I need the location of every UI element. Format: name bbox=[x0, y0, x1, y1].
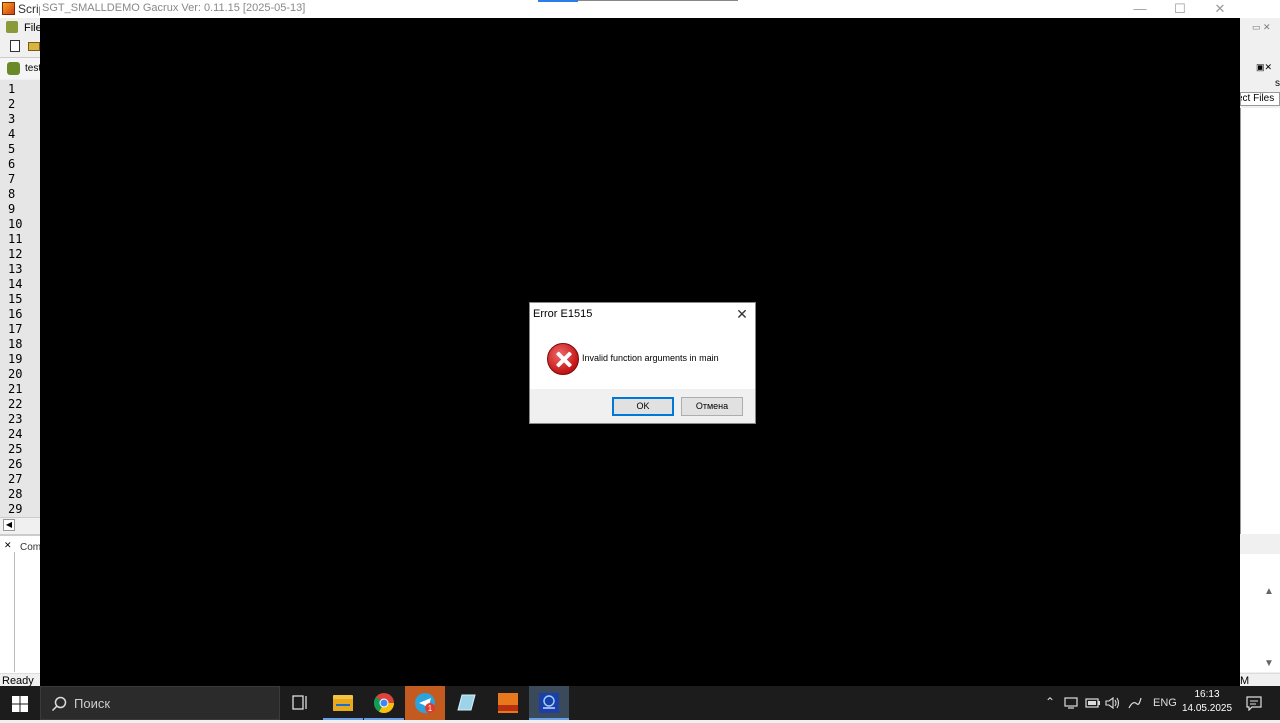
line-number: 17 bbox=[8, 322, 23, 336]
line-number-gutter: 1 2 3 4 5 6 7 8 9 10 11 12 13 14 15 16 17 18 19 20 21 22 23 24 2… bbox=[0, 80, 40, 517]
line-number: 13 bbox=[8, 262, 23, 276]
panel-window-controls[interactable]: ▭ ✕ bbox=[1252, 22, 1271, 33]
line-number: 24 bbox=[8, 427, 23, 441]
script-file-icon bbox=[7, 62, 20, 75]
line-number: 26 bbox=[8, 457, 23, 471]
line-number: 9 bbox=[8, 202, 16, 216]
dialog-message: Invalid function arguments in main bbox=[582, 353, 719, 363]
error-icon bbox=[547, 343, 579, 375]
battery-icon[interactable] bbox=[1085, 697, 1101, 709]
pen-icon[interactable] bbox=[1127, 696, 1143, 710]
ide-toolbar bbox=[0, 38, 40, 56]
right-bottom-pane: ▲ ▼ bbox=[1240, 554, 1280, 672]
line-number: 7 bbox=[8, 172, 16, 186]
line-number: 23 bbox=[8, 412, 23, 426]
project-files-list bbox=[1240, 108, 1280, 534]
scroll-down-icon[interactable]: ▼ bbox=[1264, 658, 1274, 669]
line-number: 19 bbox=[8, 352, 23, 366]
line-number: 22 bbox=[8, 397, 23, 411]
close-button[interactable]: ✕ bbox=[1200, 1, 1240, 17]
task-view-button[interactable] bbox=[280, 686, 320, 720]
volume-icon[interactable] bbox=[1104, 696, 1120, 710]
search-icon bbox=[51, 696, 67, 712]
line-number: 2 bbox=[8, 97, 16, 111]
line-number: 12 bbox=[8, 247, 23, 261]
line-number: 29 bbox=[8, 502, 23, 516]
line-number: 15 bbox=[8, 292, 23, 306]
panel-divider bbox=[14, 552, 15, 672]
line-number: 14 bbox=[8, 277, 23, 291]
line-number: 8 bbox=[8, 187, 16, 201]
taskbar-search[interactable]: Поиск bbox=[40, 686, 280, 720]
editor-tab-label: test bbox=[25, 63, 42, 74]
console-title-bar: SGT_SMALLDEMO Gacrux Ver: 0.11.15 [2025-… bbox=[40, 0, 1240, 18]
notes-app-icon bbox=[457, 694, 476, 711]
network-icon[interactable] bbox=[1064, 696, 1078, 710]
scroll-up-icon[interactable]: ▲ bbox=[1264, 586, 1274, 597]
search-placeholder: Поиск bbox=[74, 696, 111, 711]
taskbar-chrome[interactable] bbox=[364, 686, 404, 720]
cancel-button[interactable]: Отмена bbox=[681, 397, 743, 416]
active-app-icon bbox=[539, 693, 559, 713]
line-number: 18 bbox=[8, 337, 23, 351]
start-button[interactable] bbox=[0, 686, 40, 720]
line-number: 10 bbox=[8, 217, 23, 231]
line-number: 11 bbox=[8, 232, 23, 246]
title-progress-indicator bbox=[538, 0, 738, 2]
windows-icon bbox=[12, 696, 28, 712]
taskbar-app-notes[interactable] bbox=[446, 686, 486, 720]
taskbar-explorer[interactable] bbox=[323, 686, 363, 720]
new-file-icon[interactable] bbox=[10, 40, 20, 52]
minimize-button[interactable]: — bbox=[1120, 1, 1160, 17]
menu-app-icon[interactable] bbox=[6, 21, 18, 33]
line-number: 1 bbox=[8, 82, 16, 96]
panel-dock-controls[interactable]: ▣✕ bbox=[1256, 62, 1272, 73]
taskbar-app-orange[interactable] bbox=[488, 686, 528, 720]
clock-date: 14.05.2025 bbox=[1181, 703, 1233, 714]
horizontal-scrollbar[interactable]: ◀ bbox=[0, 517, 40, 531]
dialog-footer: OK Отмена bbox=[530, 389, 755, 423]
taskbar-telegram[interactable]: 1 bbox=[405, 686, 445, 720]
scroll-left-icon[interactable]: ◀ bbox=[3, 519, 15, 531]
project-files-tab[interactable]: ect Files bbox=[1240, 92, 1280, 106]
line-number: 25 bbox=[8, 442, 23, 456]
orange-app-icon bbox=[498, 693, 518, 713]
line-number: 6 bbox=[8, 157, 16, 171]
line-number: 16 bbox=[8, 307, 23, 321]
line-number: 5 bbox=[8, 142, 16, 156]
right-panel: ▭ ✕ ▣✕ s ect Files ▲ ▼ bbox=[1240, 18, 1280, 673]
close-panel-icon[interactable]: ✕ bbox=[4, 540, 14, 550]
dialog-title: Error E1515 bbox=[533, 308, 593, 320]
chrome-icon bbox=[374, 693, 394, 713]
language-indicator[interactable]: ENG bbox=[1153, 697, 1177, 709]
ide-menubar: File bbox=[0, 18, 42, 38]
right-panel-tab[interactable]: s bbox=[1240, 78, 1280, 89]
taskbar-app-active[interactable] bbox=[529, 686, 569, 720]
line-number: 3 bbox=[8, 112, 16, 126]
line-number: 4 bbox=[8, 127, 16, 141]
open-folder-icon[interactable] bbox=[28, 42, 40, 51]
editor-tab[interactable]: test bbox=[0, 57, 42, 79]
line-number: 27 bbox=[8, 472, 23, 486]
console-title: SGT_SMALLDEMO Gacrux Ver: 0.11.15 [2025-… bbox=[42, 2, 306, 14]
taskbar: Поиск 1 ⌃ ENG 16:13 14.05.2025 bbox=[0, 686, 1280, 720]
dialog-close-icon[interactable]: ✕ bbox=[732, 305, 752, 323]
task-view-icon bbox=[292, 695, 307, 710]
clock-time: 16:13 bbox=[1194, 689, 1220, 700]
tray-chevron-up-icon[interactable]: ⌃ bbox=[1045, 695, 1055, 709]
error-dialog: Error E1515 ✕ Invalid function arguments… bbox=[529, 302, 756, 424]
clock[interactable]: 16:13 14.05.2025 bbox=[1178, 688, 1236, 716]
app-icon bbox=[2, 2, 15, 15]
notifications-icon[interactable] bbox=[1246, 695, 1262, 711]
telegram-icon: 1 bbox=[415, 693, 435, 713]
line-number: 20 bbox=[8, 367, 23, 381]
ok-button[interactable]: OK bbox=[612, 397, 674, 416]
bottom-panel: ✕ Comm bbox=[0, 534, 49, 674]
folder-icon bbox=[333, 695, 353, 711]
notification-badge: 1 bbox=[428, 704, 433, 713]
line-number: 21 bbox=[8, 382, 23, 396]
maximize-button[interactable]: ☐ bbox=[1160, 1, 1200, 17]
line-number: 28 bbox=[8, 487, 23, 501]
